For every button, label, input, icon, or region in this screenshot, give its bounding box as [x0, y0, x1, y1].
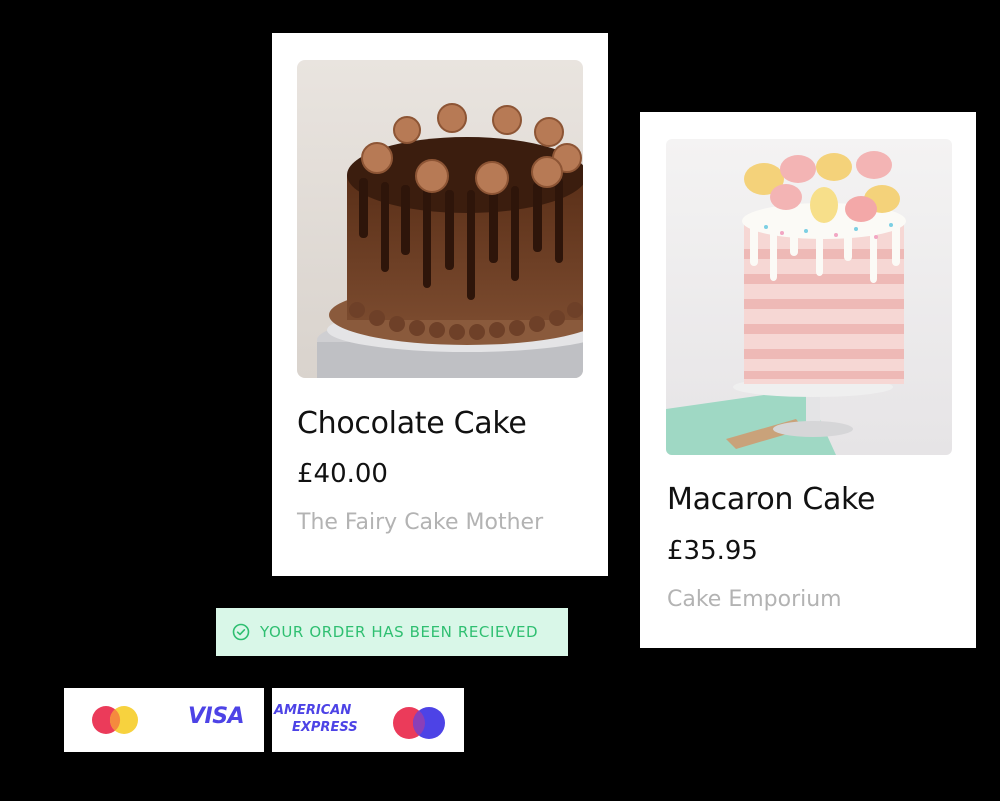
- product-price: £35.95: [667, 536, 758, 566]
- payment-badges-group-1: VISA: [64, 688, 264, 752]
- product-title[interactable]: Chocolate Cake: [297, 406, 527, 441]
- amex-line-1: AMERICAN: [274, 703, 352, 718]
- product-card-macaron-cake[interactable]: Macaron Cake £35.95 Cake Emporium: [640, 112, 976, 648]
- product-vendor[interactable]: The Fairy Cake Mother: [297, 510, 543, 535]
- page: Chocolate Cake £40.00 The Fairy Cake Mot…: [0, 0, 1000, 801]
- product-image-macaron-cake[interactable]: [666, 139, 952, 455]
- visa-icon: VISA: [188, 704, 245, 729]
- payment-badges-group-2: AMERICAN EXPRESS: [272, 688, 464, 752]
- mastercard-icon: [90, 705, 142, 735]
- order-received-message: YOUR ORDER HAS BEEN RECIEVED: [260, 623, 539, 641]
- macaron-cake-illustration: [666, 139, 952, 455]
- product-vendor[interactable]: Cake Emporium: [667, 587, 842, 612]
- check-circle-icon: [232, 623, 250, 641]
- product-title[interactable]: Macaron Cake: [667, 482, 876, 517]
- american-express-icon: AMERICAN EXPRESS: [274, 702, 358, 736]
- maestro-icon: [392, 705, 445, 739]
- chocolate-cake-illustration: [297, 60, 583, 378]
- product-image-chocolate-cake[interactable]: [297, 60, 583, 378]
- amex-line-2: EXPRESS: [292, 720, 358, 735]
- product-price: £40.00: [297, 459, 388, 489]
- order-received-notice: YOUR ORDER HAS BEEN RECIEVED: [216, 608, 568, 656]
- product-card-chocolate-cake[interactable]: Chocolate Cake £40.00 The Fairy Cake Mot…: [272, 33, 608, 576]
